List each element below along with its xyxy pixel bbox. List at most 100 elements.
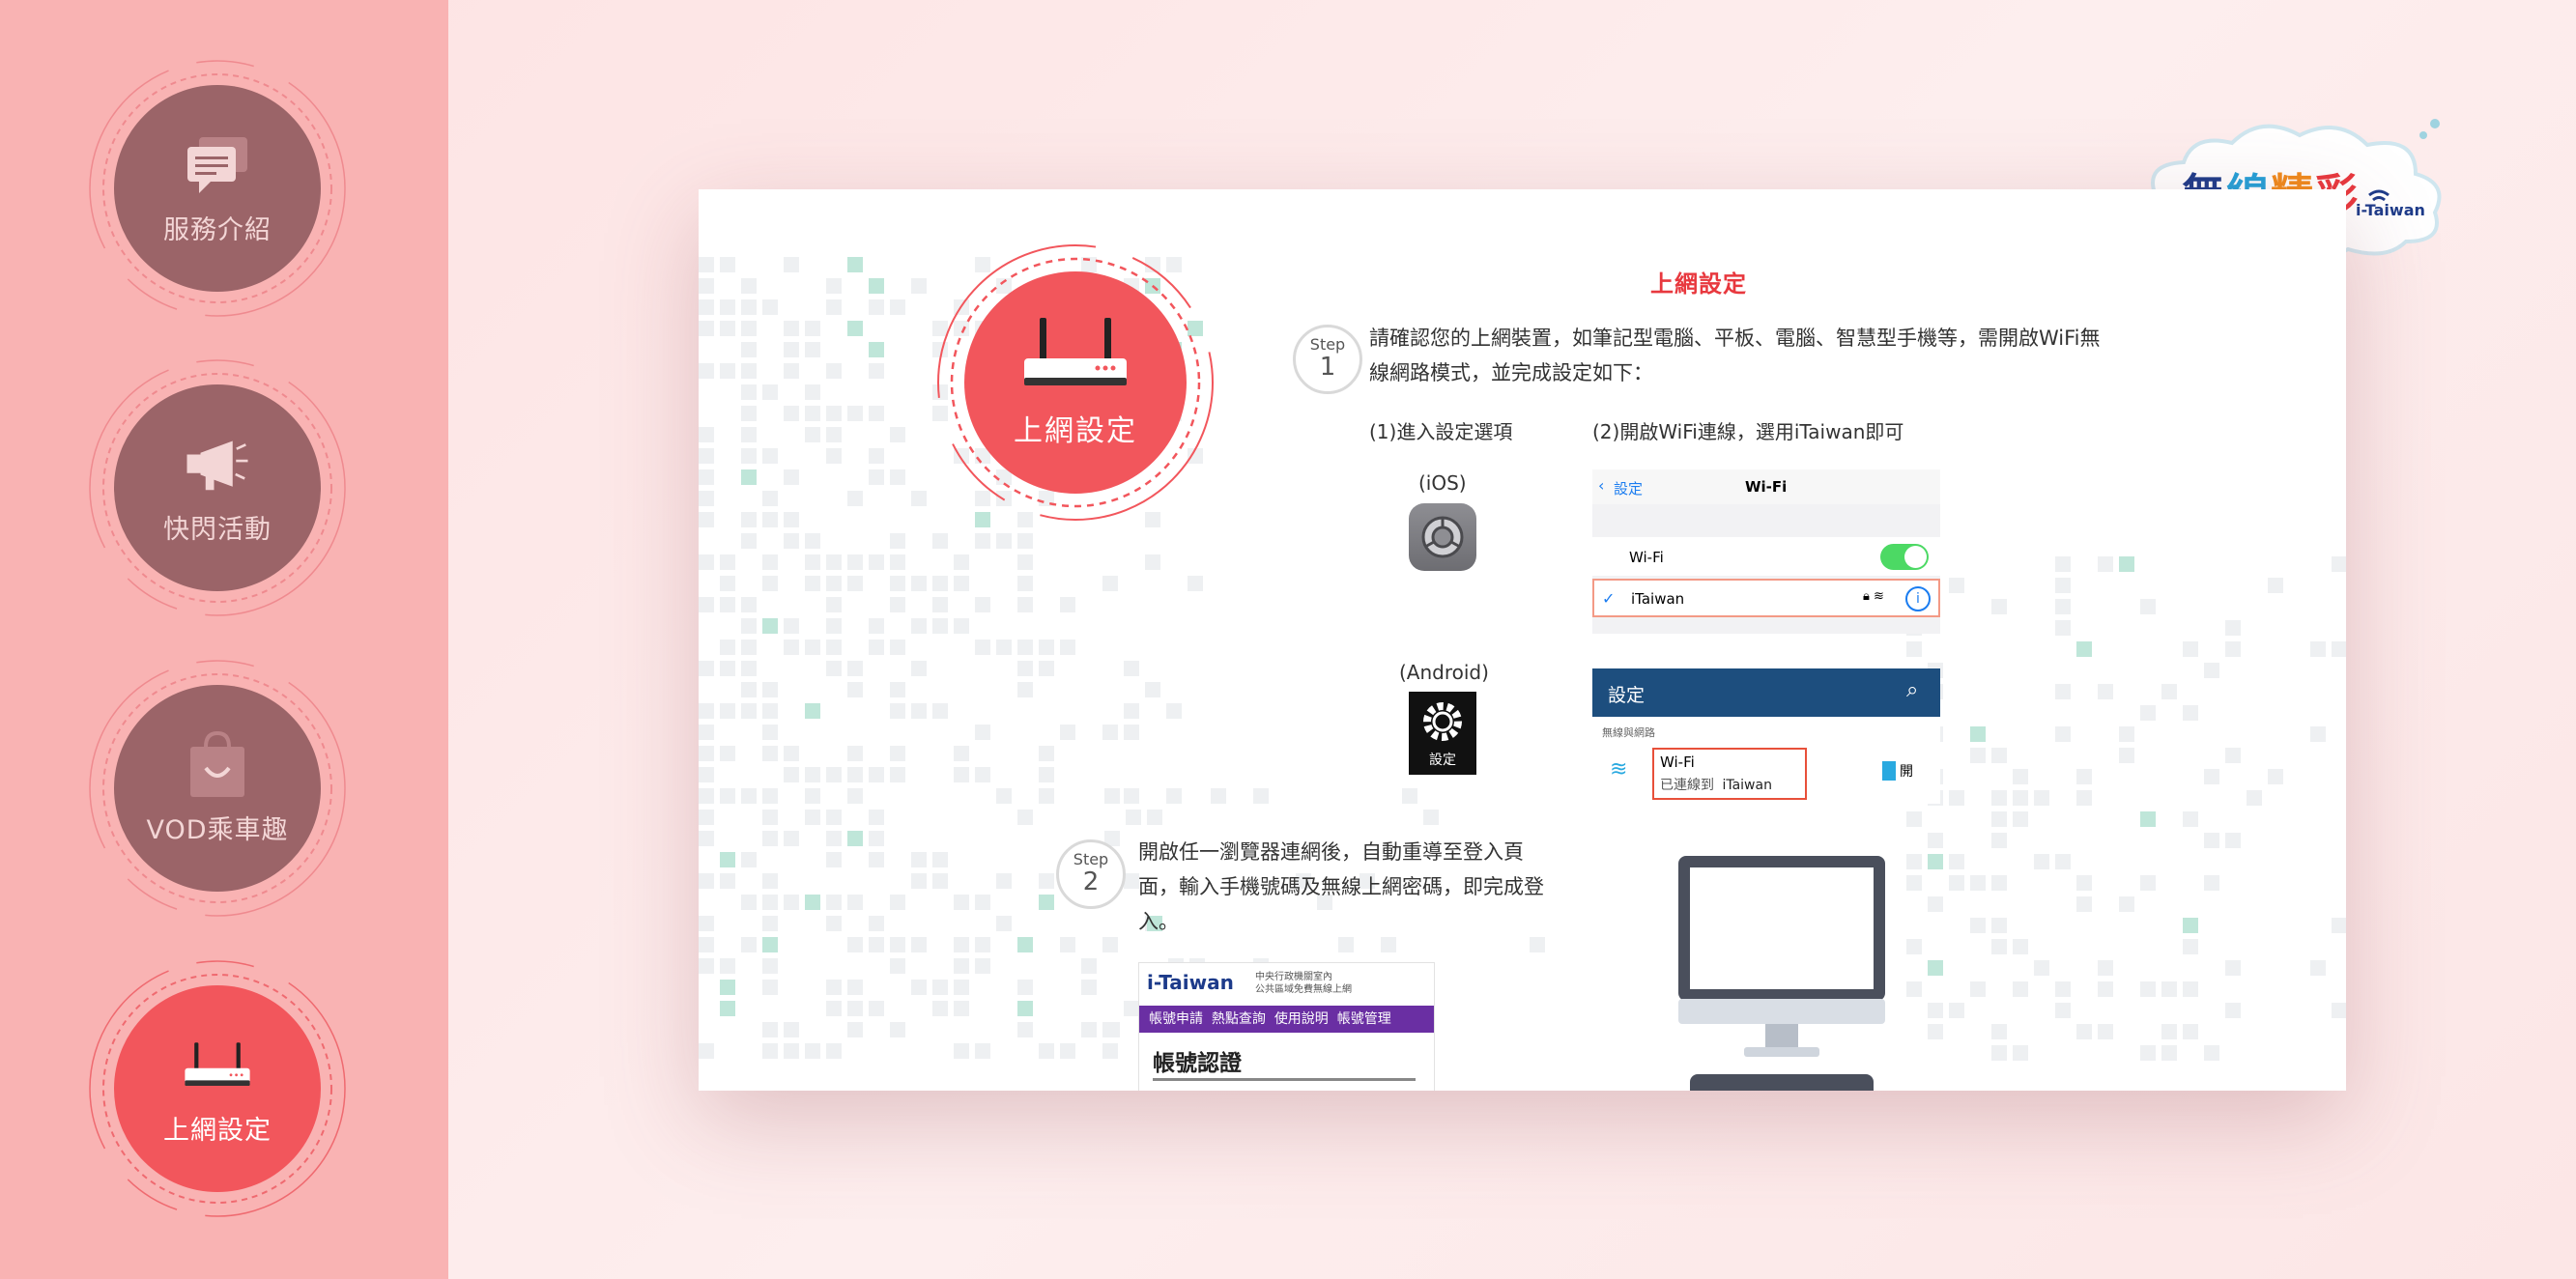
- pixel-square: [1991, 833, 2007, 848]
- toggle-icon[interactable]: [1882, 761, 1896, 781]
- pixel-square: [1017, 682, 1033, 697]
- portal-menu-item[interactable]: 熱點查詢: [1212, 1011, 1266, 1027]
- pixel-square: [2204, 875, 2219, 891]
- sidebar-item-service-intro[interactable]: 服務介紹: [82, 53, 353, 324]
- pixel-square: [805, 767, 820, 782]
- pixel-square: [1017, 980, 1033, 995]
- pixel-square: [847, 788, 863, 804]
- pixel-square: [762, 1022, 778, 1037]
- sidebar-item-flash-event[interactable]: 快閃活動: [82, 353, 353, 623]
- portal-menu-item[interactable]: 帳號申請: [1149, 1011, 1203, 1027]
- pixel-square: [699, 725, 714, 740]
- pixel-square: [1017, 576, 1033, 591]
- pixel-square: [720, 257, 735, 272]
- android-wifi-item[interactable]: Wi-Fi 已連線到 iTaiwan: [1652, 748, 1807, 800]
- pixel-square: [869, 852, 884, 867]
- pixel-square: [2204, 769, 2219, 784]
- pixel-square: [762, 554, 778, 570]
- pixel-square: [741, 895, 757, 910]
- pixel-square: [1970, 748, 1986, 763]
- monitor-icon: [1676, 854, 1887, 1091]
- pixel-square: [2013, 769, 2028, 784]
- pixel-square: [975, 958, 990, 974]
- chevron-left-icon: ‹: [1598, 476, 1605, 495]
- pixel-square: [720, 576, 735, 591]
- pixel-square: [741, 427, 757, 442]
- pixel-square: [2055, 854, 2071, 869]
- hero-badge: 上網設定: [930, 238, 1220, 527]
- ios-network-row[interactable]: ✓ iTaiwan 🔒︎ ≋ i: [1592, 579, 1940, 617]
- pixel-square: [2225, 620, 2241, 636]
- android-wifi-label: Wi-Fi: [1660, 753, 1695, 771]
- ios-back-link[interactable]: 設定: [1614, 478, 1643, 498]
- pixel-square: [805, 788, 820, 804]
- pixel-square: [1017, 597, 1033, 612]
- search-icon[interactable]: ⌕: [1906, 678, 1918, 702]
- pixel-square: [1949, 1003, 1964, 1018]
- pixel-square: [720, 958, 735, 974]
- pixel-square: [975, 1043, 990, 1059]
- wifi-toggle[interactable]: [1880, 544, 1929, 570]
- ios-wifi-row[interactable]: Wi-Fi: [1592, 537, 1940, 576]
- pixel-square: [2183, 705, 2198, 721]
- portal-org-line2: 公共區域免費無線上網: [1255, 984, 1352, 995]
- pixel-square: [805, 321, 820, 336]
- sidebar-item-network-setup[interactable]: 上網設定: [82, 953, 353, 1224]
- info-icon[interactable]: i: [1905, 586, 1931, 611]
- pixel-square: [826, 895, 842, 910]
- pixel-square: [826, 1043, 842, 1059]
- page-title: 上網設定: [1650, 270, 1747, 298]
- router-icon: [1022, 316, 1129, 393]
- pixel-square: [1906, 939, 1922, 954]
- pixel-square: [890, 682, 905, 697]
- pixel-square: [869, 767, 884, 782]
- pixel-square: [1017, 1022, 1033, 1037]
- pixel-square: [2098, 981, 2113, 997]
- portal-menu-item[interactable]: 帳號管理: [1337, 1011, 1391, 1027]
- pixel-square: [954, 576, 969, 591]
- pixel-square: [2055, 1003, 2071, 1018]
- pixel-square: [1991, 875, 2007, 891]
- pixel-square: [805, 895, 820, 910]
- pixel-square: [762, 512, 778, 527]
- pixel-square: [826, 427, 842, 442]
- pixel-square: [826, 576, 842, 591]
- pixel-square: [805, 533, 820, 549]
- pixel-square: [1906, 641, 1922, 657]
- ios-label: (iOS): [1418, 471, 1467, 495]
- pixel-square: [784, 767, 799, 782]
- pixel-square: [890, 576, 905, 591]
- pixel-square: [869, 278, 884, 294]
- pixel-square: [890, 597, 905, 612]
- pixel-square: [1039, 873, 1054, 889]
- sidebar-item-vod[interactable]: VOD乘車趣: [82, 653, 353, 924]
- pixel-square: [2076, 641, 2092, 657]
- pixel-square: [890, 1022, 905, 1037]
- portal-menu-item[interactable]: 使用說明: [1274, 1011, 1329, 1027]
- pixel-square: [1039, 1043, 1054, 1059]
- pixel-square: [2140, 705, 2156, 721]
- pixel-square: [890, 746, 905, 761]
- ios-settings-icon: [1409, 503, 1476, 571]
- pixel-square: [1145, 554, 1160, 570]
- checkmark-icon: ✓: [1602, 589, 1616, 608]
- portal-heading: 帳號認證: [1153, 1051, 1242, 1076]
- pixel-square: [826, 980, 842, 995]
- pixel-square: [720, 640, 735, 655]
- pixel-square: [1081, 1022, 1097, 1037]
- pixel-square: [784, 533, 799, 549]
- pixel-square: [741, 788, 757, 804]
- pixel-square: [2140, 875, 2156, 891]
- pixel-square: [932, 980, 948, 995]
- pixel-square: [2098, 556, 2113, 572]
- pixel-square: [699, 363, 714, 379]
- pixel-square: [826, 448, 842, 464]
- pixel-square: [784, 257, 799, 272]
- pixel-square: [826, 767, 842, 782]
- pixel-square: [869, 448, 884, 464]
- pixel-square: [911, 491, 927, 506]
- toggle-knob: [1904, 546, 1927, 568]
- pixel-square: [2332, 1003, 2346, 1018]
- pixel-square: [762, 618, 778, 634]
- pixel-square: [762, 958, 778, 974]
